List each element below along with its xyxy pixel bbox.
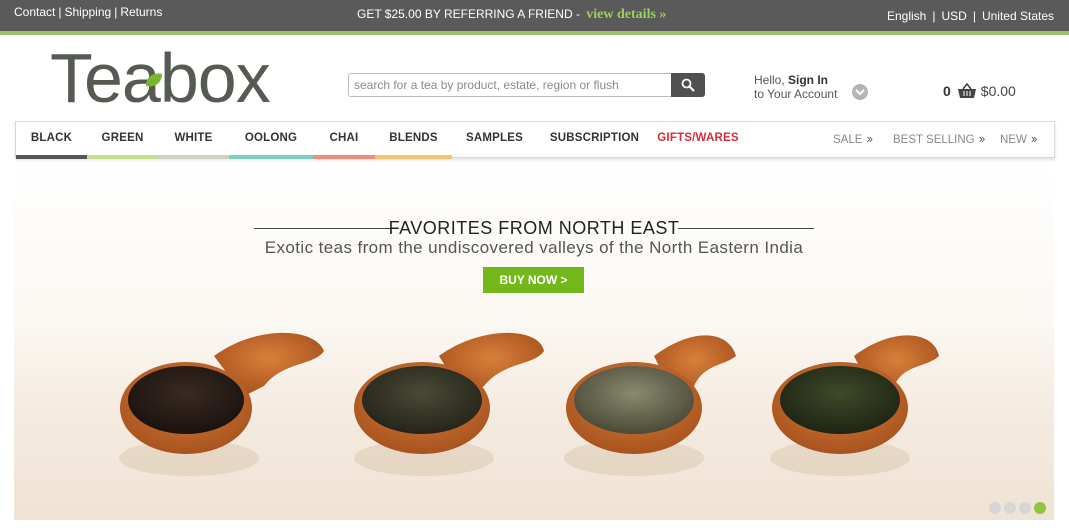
tea-spoons-image [119,332,939,476]
search-bar [348,73,705,97]
separator: | [932,9,936,23]
nav-color-bar [375,155,452,159]
language-selector[interactable]: English [887,9,926,23]
top-accent-line [0,31,1069,35]
carousel-dot[interactable] [1019,502,1031,514]
nav-link-label: BEST SELLING [893,134,975,146]
nav-item-subscription[interactable]: SUBSCRIPTION [537,122,652,157]
double-chevron-right-icon: ›› [1030,131,1038,146]
account-link[interactable]: Hello, Sign In to Your Account [754,73,837,101]
top-bar: Contact | Shipping | Returns GET $25.00 BY R… [0,0,1069,35]
nav-link-label: NEW [1000,134,1027,146]
nav-item-oolong[interactable]: OOLONG [229,122,313,159]
top-links: Contact | Shipping | Returns [14,5,162,19]
referral-promo: GET $25.00 BY REFERRING A FRIEND - view … [357,7,666,23]
nav-item-gifts-wares[interactable]: GIFTS/WARES [652,122,744,157]
search-button[interactable] [671,73,705,97]
nav-item-label: WHITE [174,132,213,144]
cart[interactable]: 0 $0.00 [943,83,1016,99]
tea-leaves [128,366,244,434]
tea-leaves [780,366,900,434]
nav-link-best-selling[interactable]: BEST SELLING ›› [893,122,986,157]
nav-color-bar [229,155,313,159]
nav-color-bar [158,155,229,159]
hero-title-row: FAVORITES FROM NORTH EAST [254,218,814,238]
promo-text: GET $25.00 BY REFERRING A FRIEND - [357,7,584,21]
teabox-logo[interactable]: Teabox [50,44,306,110]
double-chevron-right-icon: ›› [866,131,873,146]
nav-item-chai[interactable]: CHAI [313,122,375,159]
cart-amount: $0.00 [980,83,1016,99]
nav-color-bar [87,155,158,159]
account-hello: Hello, [754,73,789,87]
nav-item-label: BLACK [30,132,73,144]
basket-icon [957,83,976,98]
hero-banner[interactable]: FAVORITES FROM NORTH EAST Exotic teas fr… [14,166,1054,520]
hero-subtitle: Exotic teas from the undiscovered valley… [264,238,804,257]
carousel-dot-active[interactable] [1034,502,1046,514]
country-selector[interactable]: United States [982,9,1054,23]
sign-in-link[interactable]: Sign In [788,73,828,87]
returns-link[interactable]: Returns [120,5,162,19]
nav-item-label: BLENDS [389,132,438,144]
view-details-link[interactable]: view details » [586,7,666,22]
nav-item-white[interactable]: WHITE [158,122,229,159]
account-dropdown-toggle[interactable] [852,84,868,100]
nav-item-label: CHAI [329,132,359,144]
nav-item-black[interactable]: BLACK [16,122,87,159]
carousel-dot[interactable] [1004,502,1016,514]
nav-item-green[interactable]: GREEN [87,122,158,159]
nav-item-label: SUBSCRIPTION [549,132,640,144]
nav-item-samples[interactable]: SAMPLES [452,122,537,157]
nav-item-blends[interactable]: BLENDS [375,122,452,159]
nav-link-sale[interactable]: SALE ›› [833,122,873,157]
title-rule-right [678,228,814,229]
carousel-dot[interactable] [989,502,1001,514]
search-icon [681,78,695,92]
nav-item-label: GREEN [101,132,144,144]
separator: | [58,5,62,19]
separator: | [972,9,976,23]
nav-color-bar [16,155,87,159]
double-chevron-right-icon: ›› [978,131,986,146]
buy-now-button[interactable]: BUY NOW > [483,267,584,293]
tea-leaves [362,366,482,434]
nav-item-label: GIFTS/WARES [657,132,739,144]
shipping-link[interactable]: Shipping [64,5,111,19]
chevron-down-icon [855,88,865,95]
nav-item-label: OOLONG [244,132,298,144]
account-sub: to Your Account [754,87,838,101]
locale-selectors: English | USD | United States [887,9,1054,23]
nav-link-new[interactable]: NEW ›› [1000,122,1038,157]
nav-item-label: SAMPLES [466,132,523,144]
nav-link-label: SALE [833,134,863,146]
contact-link[interactable]: Contact [14,5,55,19]
cart-count: 0 [943,83,951,99]
search-input[interactable] [348,73,671,97]
separator: | [114,5,118,19]
nav-color-bar [313,155,375,159]
tea-leaves [574,366,694,434]
category-nav: BLACK GREEN WHITE OOLONG CHAI BLENDS SAM… [15,121,1055,159]
currency-selector[interactable]: USD [941,9,966,23]
carousel-dots [989,502,1046,514]
